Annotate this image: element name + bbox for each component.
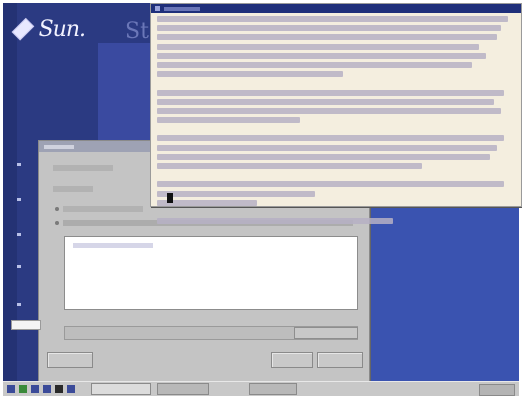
side-marker xyxy=(17,233,21,236)
radio-button[interactable] xyxy=(55,221,59,225)
sun-logo: Sun. xyxy=(11,15,86,43)
text-line xyxy=(157,135,505,142)
radio-button[interactable] xyxy=(55,207,59,211)
text-line xyxy=(157,89,505,96)
prompt-line xyxy=(157,218,394,225)
terminal-window[interactable] xyxy=(150,3,522,225)
text-line xyxy=(157,25,501,32)
text-line xyxy=(157,61,473,68)
start-menu-icon[interactable] xyxy=(7,385,15,393)
text-line xyxy=(157,181,505,188)
terminal-title-placeholder xyxy=(164,6,200,11)
component-list[interactable] xyxy=(64,236,358,310)
background-panel xyxy=(98,43,158,153)
workspace-icon[interactable] xyxy=(67,385,75,393)
taskbar-task[interactable] xyxy=(157,383,209,395)
text-line xyxy=(157,107,501,114)
folder-icon[interactable] xyxy=(31,385,39,393)
text-line xyxy=(157,117,301,124)
text-line xyxy=(157,34,498,41)
globe-icon[interactable] xyxy=(43,385,51,393)
terminal-launcher-icon[interactable] xyxy=(19,385,27,393)
radio-label xyxy=(63,206,143,212)
side-marker xyxy=(17,163,21,166)
taskbar-task[interactable] xyxy=(249,383,297,395)
list-item[interactable] xyxy=(73,243,153,248)
text-line xyxy=(157,52,487,59)
sun-logo-text: Sun. xyxy=(38,16,86,42)
license-text xyxy=(157,16,515,225)
background-panel-right xyxy=(371,208,519,381)
text-line xyxy=(157,144,498,151)
terminal-titlebar[interactable] xyxy=(151,4,521,13)
text-line xyxy=(157,153,490,160)
side-input[interactable] xyxy=(11,320,41,330)
side-marker xyxy=(17,303,21,306)
next-button[interactable] xyxy=(271,352,313,368)
mail-icon[interactable] xyxy=(55,385,63,393)
dialog-label xyxy=(53,186,93,192)
text-line xyxy=(157,98,494,105)
side-marker xyxy=(17,265,21,268)
taskbar-task[interactable] xyxy=(91,383,151,395)
cancel-button[interactable] xyxy=(317,352,363,368)
text-line xyxy=(157,43,480,50)
text-line xyxy=(157,71,344,78)
dialog-label xyxy=(53,165,113,171)
text-cursor xyxy=(167,193,173,203)
dialog-title-placeholder xyxy=(44,144,74,149)
terminal-icon xyxy=(155,6,160,11)
side-marker xyxy=(17,198,21,201)
clock xyxy=(479,384,515,396)
browse-button[interactable] xyxy=(294,327,358,339)
taskbar xyxy=(3,381,519,396)
text-line xyxy=(157,163,422,169)
text-line xyxy=(157,190,315,197)
back-button[interactable] xyxy=(47,352,93,368)
text-line xyxy=(157,16,508,22)
